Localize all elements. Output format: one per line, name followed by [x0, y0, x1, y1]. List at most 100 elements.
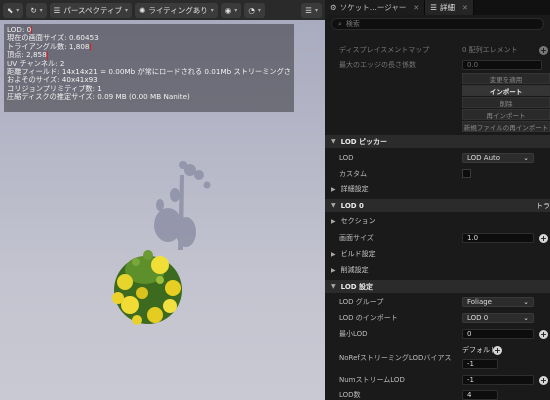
group-title: セクション: [340, 217, 376, 225]
screen-size-row: 画面サイズ 1.0 +: [325, 231, 550, 245]
reduction-settings-group[interactable]: ▶ 削減設定: [325, 263, 550, 277]
lod-settings-header[interactable]: ▼ LOD 設定: [325, 280, 550, 293]
lod-group-label: LOD グループ: [339, 298, 384, 306]
viewport-toolbar: ⬉ ▾ ↻ ▾ ☰ パースペクティブ ▾ ✺ ライティングあり ▾ ◉ ▾ ◔ ▾ ☰ ▾: [0, 0, 325, 20]
viewport-options-button[interactable]: ☰ ▾: [301, 2, 322, 18]
details-icon: ☰: [430, 3, 437, 12]
detail-settings-group[interactable]: ▶ 詳細設定: [325, 182, 550, 196]
min-lod-row: 最小LOD 0 +: [325, 327, 550, 341]
cursor-icon: ⬉: [7, 5, 14, 15]
lighting-button[interactable]: ✺ ライティングあり ▾: [135, 2, 218, 18]
num-stream-input[interactable]: -1: [462, 375, 534, 385]
tab-label: ソケット...ージャー: [339, 3, 407, 12]
snap-menu-button[interactable]: ↻ ▾: [26, 2, 47, 18]
chevron-down-icon: ▾: [314, 6, 318, 14]
expand-arrow-icon: ▶: [331, 266, 336, 274]
lod-dropdown[interactable]: LOD Auto ⌄: [462, 153, 534, 163]
num-stream-row: NumストリームLOD -1 +: [325, 373, 550, 387]
mesh-stats-overlay: LOD: 0 現在の画面サイズ: 0.60453 トライアングル数: 1,808…: [4, 24, 294, 112]
tab-socket-manager[interactable]: ⚙ ソケット...ージャー ✕: [325, 0, 426, 15]
expand-arrow-icon: ▼: [331, 138, 336, 145]
lod-count-label: LOD数: [339, 390, 361, 399]
chevron-down-icon: ▾: [16, 6, 20, 14]
chevron-down-icon: ⌄: [523, 154, 529, 162]
stat-collision: コリジョンプリミティブ数: 1: [7, 84, 102, 93]
perspective-button[interactable]: ☰ パースペクティブ ▾: [49, 2, 133, 18]
custom-label: カスタム: [339, 170, 367, 178]
expand-arrow-icon: ▶: [331, 185, 336, 193]
show-button[interactable]: ◉ ▾: [220, 2, 242, 18]
gauge-icon: ◔: [248, 5, 255, 15]
stat-approx-size: およそのサイズ: 40x41x93: [7, 76, 98, 85]
lod-group-dropdown[interactable]: Foliage ⌄: [462, 297, 534, 307]
details-panel: ⚙ ソケット...ージャー ✕ ☰ 詳細 ✕ ⌕ 検索 ディスプレイスメントマッ…: [325, 0, 550, 400]
import-button[interactable]: インポート: [462, 85, 550, 96]
max-edge-row: 最大のエッジの長さ係数 0.0: [325, 59, 550, 71]
lod-count-input[interactable]: 4: [462, 390, 498, 400]
chevron-down-icon: ▾: [39, 6, 43, 14]
chevron-down-icon: ▾: [257, 6, 261, 14]
tab-label: 詳細: [439, 3, 455, 12]
transform-menu-button[interactable]: ⬉ ▾: [3, 2, 24, 18]
lod-label: LOD: [339, 154, 354, 162]
performance-button[interactable]: ◔ ▾: [244, 2, 265, 18]
rotate-icon: ↻: [30, 5, 37, 15]
lighting-label: ライティングあり: [148, 5, 208, 15]
tab-bar: ⚙ ソケット...ージャー ✕ ☰ 詳細 ✕: [325, 0, 550, 15]
stat-disk-size: 圧縮ディスクの推定サイズ: 0.09 MB (0.00 MB Nanite): [7, 93, 190, 102]
reimport-button[interactable]: 再インポート: [462, 109, 550, 120]
search-input[interactable]: ⌕ 検索: [331, 18, 544, 30]
section-title: LOD 0: [340, 201, 364, 210]
custom-row: カスタム: [325, 167, 550, 181]
sections-group[interactable]: ▶ セクション: [325, 214, 550, 228]
lod-picker-header[interactable]: ▼ LOD ピッカー: [325, 135, 550, 148]
chevron-down-icon: ⌄: [523, 298, 529, 306]
search-placeholder: 検索: [345, 20, 360, 28]
add-element-icon[interactable]: +: [539, 45, 548, 55]
stat-uv: UV チャンネル: 2: [7, 59, 65, 68]
screen-size-input[interactable]: 1.0: [462, 233, 534, 243]
displacement-map-row: ディスプレイスメントマップ 0 配列エレメント +: [325, 44, 550, 56]
socket-icon: ⚙: [330, 3, 337, 12]
stat-vertices: 頂点: 2,858: [7, 51, 48, 60]
section-title: LOD ピッカー: [340, 137, 388, 146]
delete-button[interactable]: 削除: [462, 97, 550, 108]
plant-shadow: [154, 161, 211, 250]
expand-arrow-icon: ▼: [331, 283, 336, 290]
min-lod-label: 最小LOD: [339, 330, 368, 338]
reimport-new-file-button[interactable]: 新規ファイルの再インポート: [462, 121, 550, 132]
add-icon[interactable]: +: [539, 330, 548, 339]
min-lod-input[interactable]: 0: [462, 329, 534, 339]
flower-mesh: [112, 250, 182, 325]
chevron-down-icon: ▾: [234, 6, 238, 14]
lod-group-value: Foliage: [467, 298, 492, 306]
perspective-label: パースペクティブ: [63, 5, 123, 15]
max-edge-label: 最大のエッジの長さ係数: [339, 61, 416, 69]
group-title: 削減設定: [340, 266, 369, 274]
search-icon: ⌕: [338, 19, 342, 28]
expand-arrow-icon: ▶: [331, 217, 336, 225]
eye-icon: ◉: [224, 5, 232, 15]
close-icon[interactable]: ✕: [413, 4, 419, 12]
lod-import-dropdown[interactable]: LOD 0 ⌄: [462, 313, 534, 323]
lod0-right-label: トラ: [536, 201, 550, 210]
lod-group-row: LOD グループ Foliage ⌄: [325, 295, 550, 309]
max-edge-input[interactable]: 0.0: [462, 60, 542, 70]
stat-lod: LOD: 0: [7, 26, 33, 35]
lod-count-row: LOD数 4: [325, 389, 550, 400]
lod-import-label: LOD のインポート: [339, 314, 398, 322]
add-icon[interactable]: +: [539, 234, 548, 243]
lod-import-row: LOD のインポート LOD 0 ⌄: [325, 311, 550, 325]
close-icon[interactable]: ✕: [462, 4, 468, 12]
num-stream-label: NumストリームLOD: [339, 376, 405, 384]
add-icon[interactable]: +: [539, 376, 548, 385]
tab-details[interactable]: ☰ 詳細 ✕: [425, 0, 474, 15]
lod0-header[interactable]: ▼ LOD 0 トラ: [325, 199, 550, 212]
viewport[interactable]: ⬉ ▾ ↻ ▾ ☰ パースペクティブ ▾ ✺ ライティングあり ▾ ◉ ▾ ◔ ▾ ☰ ▾…: [0, 0, 325, 400]
hamburger-icon: ☰: [305, 5, 312, 15]
build-settings-group[interactable]: ▶ ビルド設定: [325, 247, 550, 261]
menu-icon: ☰: [53, 5, 61, 15]
noref-streaming-input[interactable]: -1: [462, 359, 498, 369]
custom-checkbox[interactable]: [462, 169, 471, 178]
apply-changes-button[interactable]: 変更を適用: [462, 73, 550, 84]
